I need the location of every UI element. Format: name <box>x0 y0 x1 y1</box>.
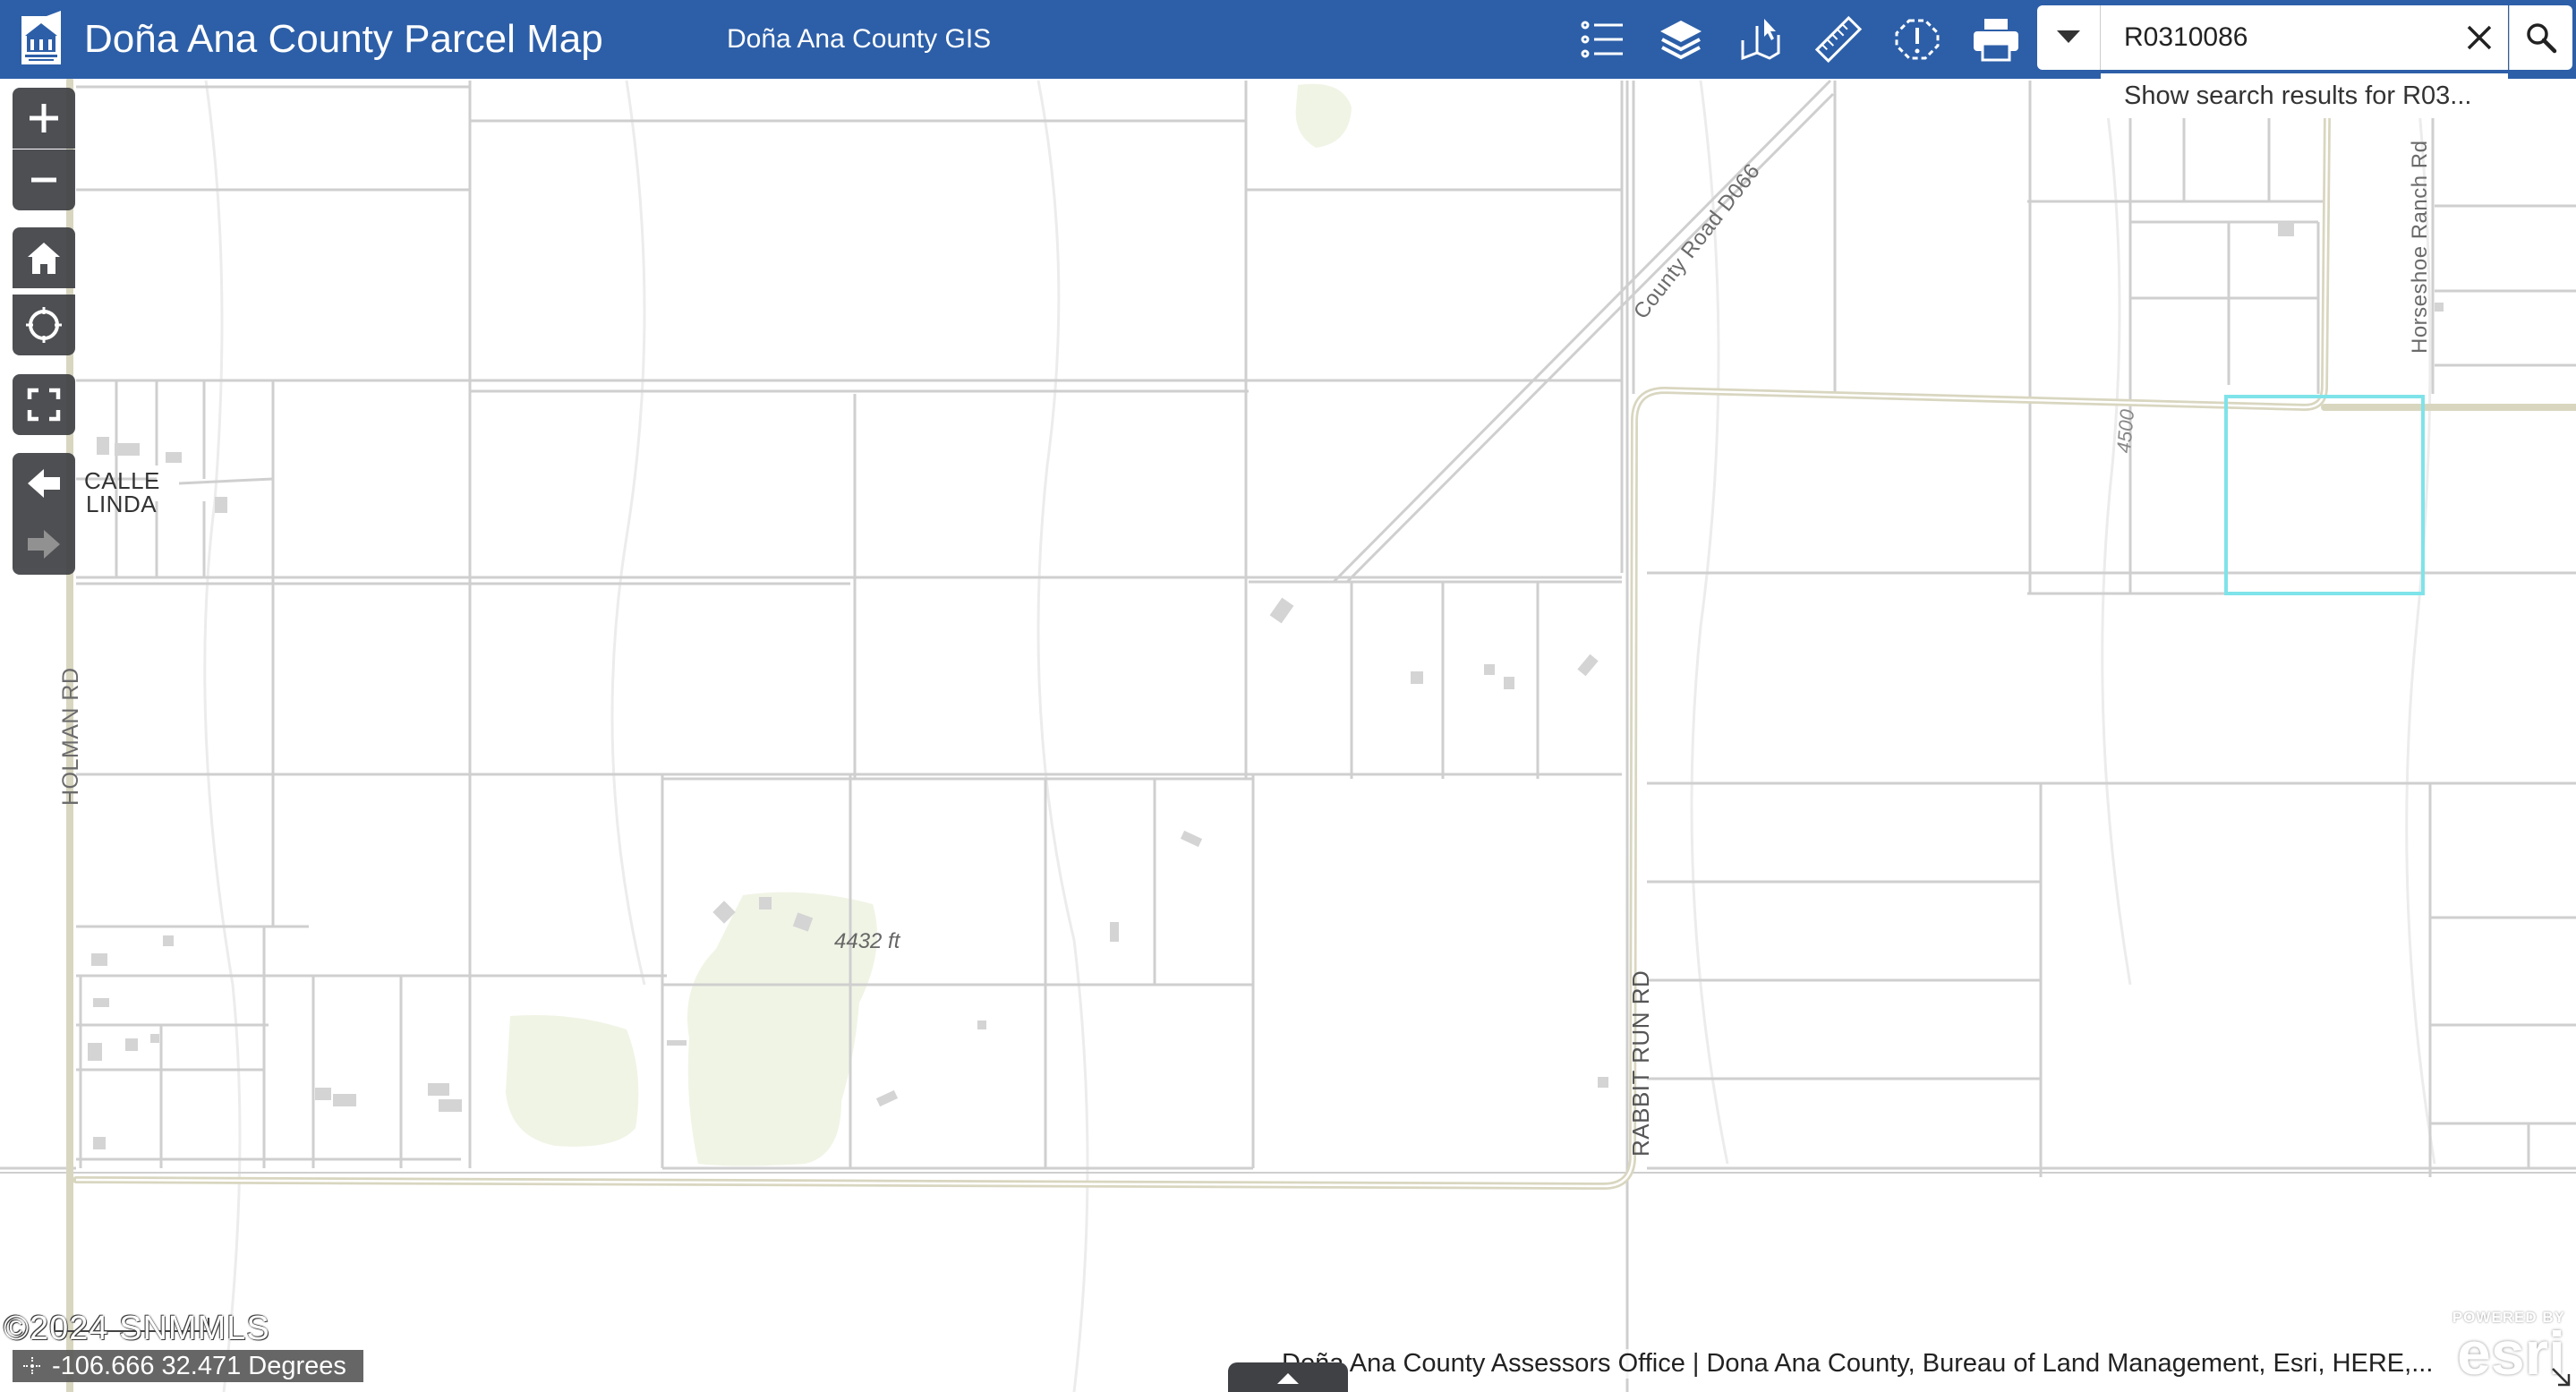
arrow-left-icon <box>28 469 60 498</box>
expand-panel-tab[interactable] <box>1228 1362 1348 1392</box>
search-source-dropdown[interactable] <box>2037 5 2101 70</box>
legend-icon <box>1581 21 1623 58</box>
select-parcel-button[interactable] <box>1720 0 1799 79</box>
fullscreen-button[interactable] <box>13 374 75 435</box>
label-elevation-4432: 4432 ft <box>834 929 900 953</box>
search-input[interactable] <box>2101 5 2508 70</box>
app-title: Doña Ana County Parcel Map <box>84 17 603 61</box>
print-icon <box>1974 19 2018 62</box>
label-linda: LINDA <box>86 491 158 517</box>
legend-button[interactable] <box>1563 0 1642 79</box>
next-extent-button[interactable] <box>13 514 75 575</box>
zoom-out-button[interactable] <box>13 149 75 210</box>
county-logo <box>20 11 63 66</box>
copyright-watermark: ©2024 SNMMLS <box>4 1310 270 1347</box>
layers-icon <box>1660 21 1702 60</box>
search-suggestion[interactable]: Show search results for R03... <box>2101 73 2508 118</box>
search-button[interactable] <box>2509 5 2572 70</box>
report-issue-button[interactable] <box>1878 0 1957 79</box>
locate-icon <box>26 307 62 343</box>
crosshair-icon <box>13 1356 52 1376</box>
clear-search-button[interactable] <box>2451 5 2508 70</box>
esri-logo[interactable]: POWERED BY esri <box>2440 1309 2565 1384</box>
basemap <box>0 0 2576 1392</box>
print-button[interactable] <box>1957 0 2035 79</box>
zoom-in-button[interactable] <box>13 88 75 149</box>
chevron-down-icon <box>2057 30 2080 43</box>
map-view[interactable]: CALLE LINDA HOLMAN RD County Road D066 H… <box>0 0 2576 1392</box>
label-horseshoe-ranch-rd: Horseshoe Ranch Rd <box>2408 140 2432 354</box>
coordinates-text: -106.666 32.471 Degrees <box>52 1351 346 1380</box>
report-issue-icon <box>1895 19 1940 60</box>
label-elevation-4500: 4500 <box>2112 408 2139 455</box>
map-attribution[interactable]: Doña Ana County Assessors Office | Dona … <box>1278 1349 2437 1379</box>
coordinate-readout[interactable]: -106.666 32.471 Degrees <box>13 1350 363 1382</box>
plus-icon <box>30 104 58 132</box>
previous-extent-button[interactable] <box>13 453 75 514</box>
fullscreen-icon <box>27 388 61 422</box>
app-subtitle[interactable]: Doña Ana County GIS <box>727 21 991 57</box>
close-icon <box>2467 25 2492 50</box>
label-rabbit-run-rd: RABBIT RUN RD <box>1627 969 1654 1157</box>
label-holman-rd: HOLMAN RD <box>58 667 83 806</box>
measure-button[interactable] <box>1799 0 1878 79</box>
select-parcel-icon <box>1741 19 1780 61</box>
locate-button[interactable] <box>13 295 75 355</box>
home-icon <box>28 243 60 274</box>
minus-icon <box>31 177 56 183</box>
measure-icon <box>1814 15 1863 64</box>
resize-icon[interactable] <box>2549 1365 2572 1388</box>
chevron-up-icon <box>1277 1372 1299 1384</box>
arrow-right-icon <box>28 530 60 559</box>
search-icon <box>2527 23 2557 54</box>
app-header: Doña Ana County Parcel Map Doña Ana Coun… <box>0 0 2576 79</box>
map-app: CALLE LINDA HOLMAN RD County Road D066 H… <box>0 0 2576 1392</box>
layers-button[interactable] <box>1642 0 1720 79</box>
home-button[interactable] <box>13 227 75 288</box>
